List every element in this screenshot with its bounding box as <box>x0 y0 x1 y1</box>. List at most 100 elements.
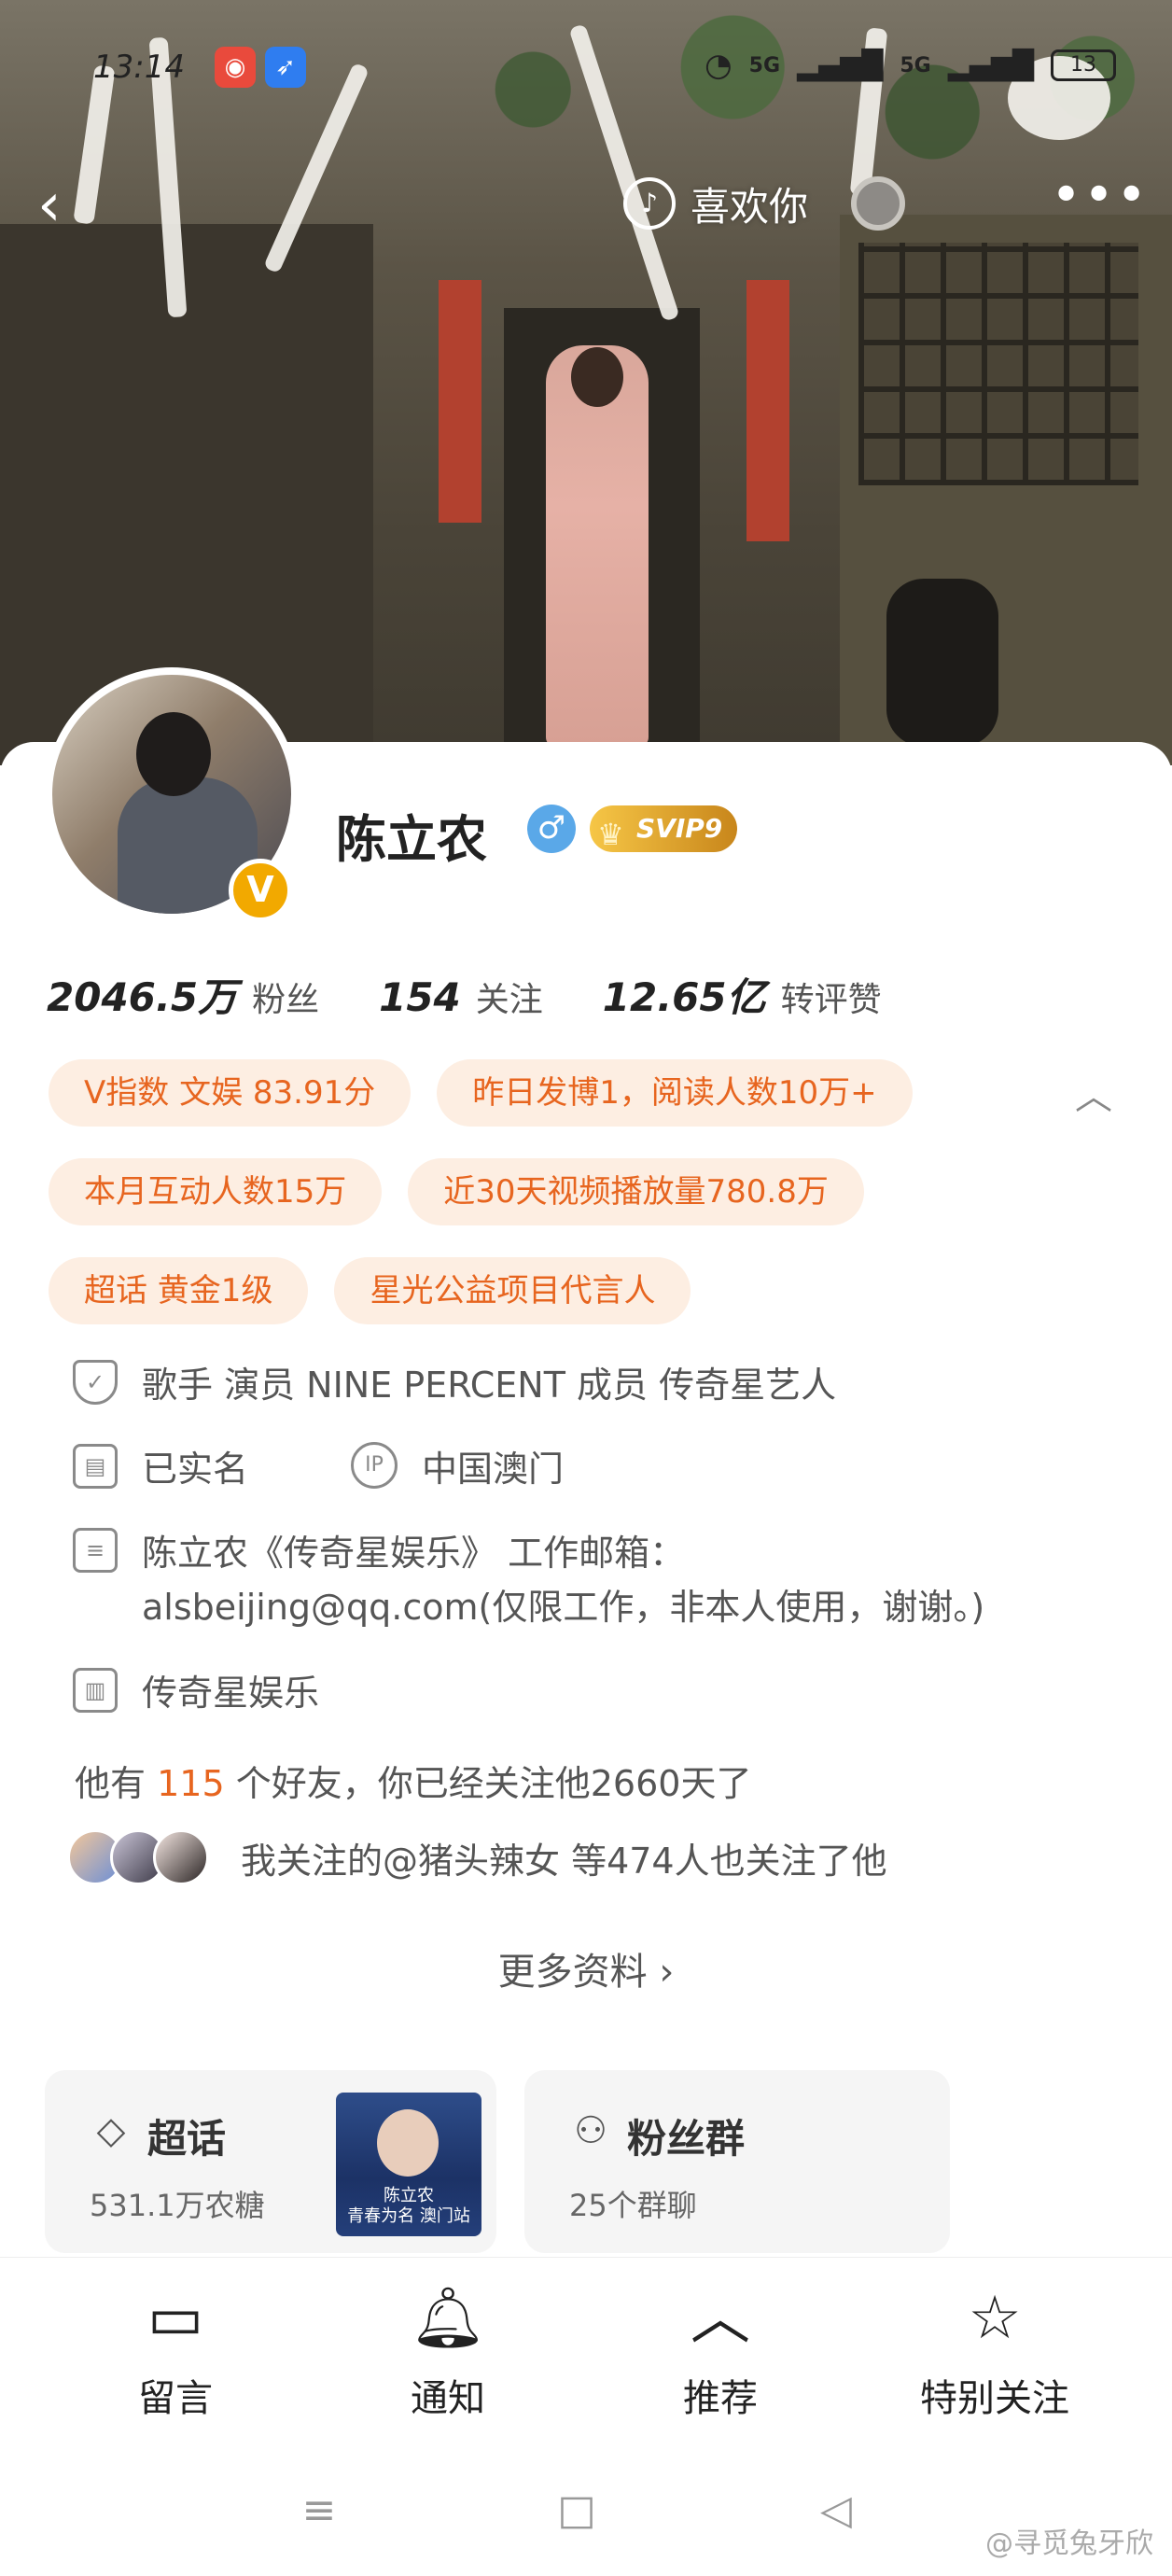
mutual-followers[interactable]: 我关注的@猪头辣女 等474人也关注了他 <box>67 1829 887 1885</box>
cover-scooter <box>886 579 998 747</box>
profile-page: 13:14 ◉ ➶ ◔ 5G ▂▄▆█ 5G ▂▄▆█ 13 ‹ ♪ 喜欢你 •… <box>0 0 1172 2576</box>
tag-charity-ambassador[interactable]: 星光公益项目代言人 <box>334 1257 691 1324</box>
id-card-icon: ▤ <box>73 1444 118 1489</box>
bell-icon: 🔔︎ <box>410 2284 486 2353</box>
fan-group-card[interactable]: ⚇ 粉丝群 25个群聊 <box>524 2070 950 2253</box>
more-info-link[interactable]: 更多资料 › <box>0 1941 1172 1995</box>
friends-count[interactable]: 115 <box>157 1763 225 1804</box>
battery-icon: 13 <box>1051 49 1116 81</box>
cover-couplet-right <box>746 280 789 541</box>
profile-song-label: 喜欢你 <box>691 183 809 230</box>
bottom-tab-bar: ▭ 留言 🔔︎ 通知 ︿ 推荐 ☆ 特别关注 <box>0 2257 1172 2443</box>
friends-prefix: 他有 <box>75 1763 146 1804</box>
supertopic-poster: 陈立农 青春为名 澳门站 <box>336 2093 481 2236</box>
tab-special-follow[interactable]: ☆ 特别关注 <box>901 2276 1088 2422</box>
music-icon: ♪ <box>623 177 676 230</box>
tab-message-label: 留言 <box>138 2377 213 2420</box>
verified-text: 已实名 <box>142 1449 249 1490</box>
cover-window <box>858 243 1138 485</box>
info-verification-line: ▤ 已实名 IP 中国澳门 <box>73 1442 1146 1496</box>
battery-level: 13 <box>1070 53 1096 77</box>
tag-row: V指数 文娱 83.91分 昨日发博1，阅读人数10万+ <box>49 1059 1150 1127</box>
tag-video-plays[interactable]: 近30天视频播放量780.8万 <box>408 1158 864 1225</box>
followers-label[interactable]: 粉丝 <box>252 973 319 1021</box>
info-title-line: ✓ 歌手 演员 NINE PERCENT 成员 传奇星艺人 <box>73 1358 1146 1412</box>
cover-photo[interactable] <box>0 0 1172 765</box>
menu-icon[interactable]: ≡ <box>291 2483 347 2539</box>
avatar-head <box>136 712 211 796</box>
crown-icon: ♛ <box>597 817 624 852</box>
tab-special-follow-label: 特别关注 <box>920 2377 1069 2420</box>
title-text: 歌手 演员 NINE PERCENT 成员 传奇星艺人 <box>142 1365 837 1406</box>
status-right: ◔ 5G ▂▄▆█ 5G ▂▄▆█ 13 <box>705 47 1116 84</box>
tag-v-index[interactable]: V指数 文娱 83.91分 <box>49 1059 412 1127</box>
fan-group-subtitle: 25个群聊 <box>569 2188 697 2223</box>
svip-label: SVIP9 <box>636 813 723 844</box>
signal-1-icon: 5G <box>748 53 781 77</box>
tag-row: 超话 黄金1级 星光公益项目代言人 <box>49 1257 1150 1324</box>
status-time: 13:14 <box>93 49 185 86</box>
stats-row: 2046.5万 粉丝 154 关注 12.65亿 转评赞 <box>47 966 942 1023</box>
bio-line-2: alsbeijing@qq.com(仅限工作，非本人使用，谢谢。) <box>142 1587 985 1628</box>
chat-bubble-icon: ▭ <box>146 2284 204 2353</box>
poster-face <box>377 2109 439 2177</box>
signal-bars-icon: ▂▄▆█ <box>797 49 884 82</box>
info-company[interactable]: ▥ 传奇星娱乐 <box>73 1666 1146 1720</box>
bio-text: 陈立农《传奇星娱乐》 工作邮箱： alsbeijing@qq.com(仅限工作，… <box>142 1526 984 1634</box>
tab-notify-label: 通知 <box>411 2377 485 2420</box>
watermark: @寻觅兔牙欣 <box>985 2527 1153 2560</box>
interactions-label: 转评赞 <box>780 981 882 1019</box>
tag-row: 本月互动人数15万 近30天视频播放量780.8万 <box>49 1158 1150 1225</box>
supertopic-subtitle: 531.1万农糖 <box>90 2188 265 2223</box>
profile-song-button[interactable]: ♪ 喜欢你 <box>623 166 906 241</box>
ip-icon: IP <box>351 1442 398 1489</box>
wifi-icon: ◔ <box>704 47 732 84</box>
friends-suffix: 个好友，你已经关注他2660天了 <box>235 1763 752 1804</box>
verified-badge-icon: V <box>229 859 292 922</box>
bio-line-1: 陈立农《传奇星娱乐》 工作邮箱： <box>142 1533 686 1574</box>
ip-location-text: 中国澳门 <box>422 1449 565 1490</box>
supertopic-card[interactable]: ◇ 超话 531.1万农糖 陈立农 青春为名 澳门站 <box>45 2070 496 2253</box>
shield-icon: ✓ <box>73 1360 118 1405</box>
tab-notify[interactable]: 🔔︎ 通知 <box>355 2276 541 2422</box>
users-icon: ⚇ <box>574 2109 607 2152</box>
friends-summary: 他有 115 个好友，你已经关注他2660天了 <box>75 1755 751 1806</box>
chevron-up-circle-icon: ︿ <box>691 2284 750 2353</box>
music-disc-icon <box>851 176 906 231</box>
signal-bars-2-icon: ▂▄▆█ <box>947 49 1034 82</box>
back-button[interactable]: ‹ <box>37 168 93 243</box>
signal-2-icon: 5G <box>900 53 931 77</box>
supertopic-diamond-icon: ◇ <box>96 2109 126 2152</box>
cover-couplet-left <box>439 280 481 523</box>
interactions-count: 12.65亿 <box>602 974 766 1020</box>
building-icon: ▥ <box>73 1668 118 1713</box>
following-label[interactable]: 关注 <box>476 973 543 1021</box>
profile-name: 陈立农 <box>336 810 487 869</box>
tag-monthly-interactions[interactable]: 本月互动人数15万 <box>49 1158 383 1225</box>
gender-male-icon: ♂ <box>527 805 576 853</box>
cover-person-head <box>571 347 623 407</box>
tab-recommend-label: 推荐 <box>683 2377 758 2420</box>
status-bar: 13:14 ◉ ➶ ◔ 5G ▂▄▆█ 5G ▂▄▆█ 13 <box>0 37 1172 103</box>
profile-tags: V指数 文娱 83.91分 昨日发博1，阅读人数10万+ 本月互动人数15万 近… <box>49 1059 1150 1356</box>
poster-text: 陈立农 青春为名 澳门站 <box>347 2186 470 2226</box>
tab-message[interactable]: ▭ 留言 <box>82 2276 269 2422</box>
supertopic-title: 超话 <box>147 2116 227 2162</box>
svip-badge[interactable]: ♛ SVIP9 <box>590 805 738 852</box>
tag-supertopic-level[interactable]: 超话 黄金1级 <box>49 1257 309 1324</box>
followers-count[interactable]: 2046.5万 <box>47 966 237 1023</box>
back-triangle-icon[interactable]: ◁ <box>808 2483 864 2539</box>
document-icon: ≡ <box>73 1528 118 1573</box>
info-bio: ≡ 陈立农《传奇星娱乐》 工作邮箱： alsbeijing@qq.com(仅限工… <box>73 1526 1146 1634</box>
collapse-tags-chevron-up-icon[interactable]: ︿ <box>1066 1069 1122 1125</box>
mutual-text: 我关注的@猪头辣女 等474人也关注了他 <box>241 1840 887 1882</box>
company-text: 传奇星娱乐 <box>142 1673 320 1714</box>
home-square-icon[interactable]: □ <box>549 2483 605 2539</box>
mutual-avatar <box>153 1829 209 1885</box>
following-count[interactable]: 154 <box>379 974 461 1020</box>
tab-recommend[interactable]: ︿ 推荐 <box>627 2276 814 2422</box>
more-options-button[interactable]: ••• <box>1051 168 1147 243</box>
weibo-app-icon: ◉ <box>215 47 256 88</box>
user-star-icon: ☆ <box>968 2284 1022 2353</box>
tag-posts-yesterday[interactable]: 昨日发博1，阅读人数10万+ <box>437 1059 913 1127</box>
